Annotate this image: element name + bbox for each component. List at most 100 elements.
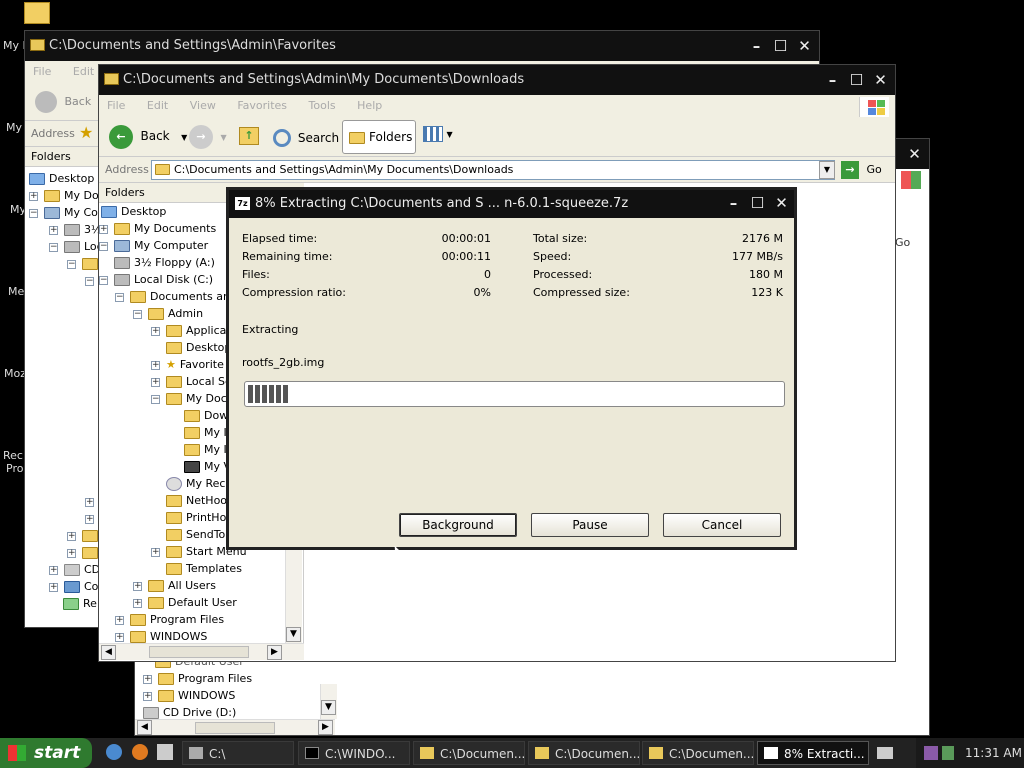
go-button[interactable]: → Go xyxy=(841,161,882,179)
close-icon[interactable]: ✕ xyxy=(794,37,815,56)
tree-item[interactable]: − My Docu xyxy=(151,390,234,407)
background-button[interactable]: Background xyxy=(399,513,517,537)
tree-item[interactable]: + xyxy=(67,527,102,544)
tree-item[interactable]: + Local Se xyxy=(151,373,232,390)
tree-item[interactable]: − Admin xyxy=(133,305,203,322)
title-bar[interactable]: C:\Documents and Settings\Admin\My Docum… xyxy=(99,65,895,95)
tree-item[interactable]: − My Computer xyxy=(99,237,208,254)
tree-item[interactable]: − Loc xyxy=(49,238,103,255)
taskbar-item[interactable]: C:\Documen... xyxy=(528,741,640,765)
tree-item[interactable]: SendTo xyxy=(166,526,225,543)
address-input[interactable]: C:\Documents and Settings\Admin\My Docum… xyxy=(151,160,835,180)
tree-item[interactable]: + WINDOWS xyxy=(143,687,235,704)
go-button[interactable]: Go xyxy=(895,236,910,249)
tree-item-selected[interactable]: Dow xyxy=(184,407,228,424)
desktop-label[interactable]: Pro xyxy=(6,462,23,475)
tree-item[interactable]: +3½ xyxy=(49,221,102,238)
chevron-down-icon[interactable]: ▼ xyxy=(181,133,187,142)
tree-item[interactable]: + All Users xyxy=(133,577,216,594)
tree-item[interactable]: My V xyxy=(184,458,231,475)
tree-item[interactable]: − Documents and xyxy=(115,288,237,305)
tree-item[interactable]: − My Co xyxy=(29,204,98,221)
minimize-icon[interactable]: – xyxy=(723,194,744,213)
chevron-down-icon[interactable]: ▼ xyxy=(221,133,227,142)
firefox-icon[interactable] xyxy=(131,744,148,760)
tree-item[interactable]: − Local Disk (C:) xyxy=(99,271,213,288)
menu-edit[interactable]: Edit xyxy=(73,65,94,78)
tree-item[interactable]: + Program Files xyxy=(143,670,252,687)
tree-item[interactable]: − xyxy=(67,255,102,272)
menu-file[interactable]: File xyxy=(107,99,125,112)
extract-dialog[interactable]: 7z 8% Extracting C:\Documents and S ... … xyxy=(226,187,797,550)
horizontal-scrollbar[interactable]: ◀ ▶ xyxy=(135,719,335,735)
desktop-label[interactable]: My I xyxy=(3,39,26,52)
taskbar-item[interactable]: C:\Documen... xyxy=(413,741,525,765)
horizontal-scrollbar[interactable]: ◀ ▶ xyxy=(99,643,304,660)
desktop-label[interactable]: Rec xyxy=(3,449,23,462)
menu-favorites[interactable]: Favorites xyxy=(237,99,287,112)
tree-item[interactable]: + Co xyxy=(49,578,98,595)
keyboard-icon[interactable] xyxy=(877,747,893,759)
chevron-down-icon[interactable]: ▼ xyxy=(447,130,453,139)
vertical-scrollbar[interactable]: ▼ xyxy=(320,684,337,719)
clock[interactable]: 11:31 AM xyxy=(965,738,1022,768)
back-button[interactable]: ← Back ▼ xyxy=(109,125,187,149)
menu-view[interactable]: View xyxy=(190,99,216,112)
tree-item[interactable]: + Default User xyxy=(133,594,237,611)
pause-button[interactable]: Pause xyxy=(531,513,649,537)
up-folder-icon[interactable]: ↑ xyxy=(239,127,259,145)
tree-item[interactable]: NetHoo xyxy=(166,492,227,509)
back-button[interactable]: Back xyxy=(35,91,91,113)
desktop-label[interactable]: My xyxy=(6,121,22,134)
tree-item[interactable]: + CD xyxy=(49,561,100,578)
tree-item[interactable]: + ★ Favorite xyxy=(151,356,224,373)
tree-item[interactable]: Desktop xyxy=(166,339,231,356)
menu-file[interactable]: File xyxy=(33,65,51,78)
tree-item[interactable]: 3½ Floppy (A:) xyxy=(99,254,215,271)
search-button[interactable]: Search xyxy=(273,129,339,147)
dialog-title-bar[interactable]: 7z 8% Extracting C:\Documents and S ... … xyxy=(229,190,794,218)
title-bar[interactable]: C:\Documents and Settings\Admin\Favorite… xyxy=(25,31,819,61)
taskbar-item[interactable]: C:\WINDO... xyxy=(298,741,410,765)
tree-item[interactable]: Desktop xyxy=(29,170,94,187)
tree-item[interactable]: + My Documents xyxy=(99,220,216,237)
tree-item[interactable]: + xyxy=(67,544,102,561)
tree-item[interactable]: Desktop xyxy=(101,203,166,220)
desktop-label[interactable]: Me xyxy=(8,285,24,298)
desktop-folder-icon[interactable] xyxy=(24,2,50,24)
folders-button[interactable]: Folders xyxy=(342,120,416,154)
tree-item[interactable]: PrintHoo xyxy=(166,509,233,526)
network-icon[interactable] xyxy=(924,746,938,760)
tree-item[interactable]: + Applicat xyxy=(151,322,231,339)
menu-help[interactable]: Help xyxy=(357,99,382,112)
forward-button[interactable]: → ▼ xyxy=(189,125,227,149)
cancel-button[interactable]: Cancel xyxy=(663,513,781,537)
tree-item[interactable]: My I xyxy=(184,441,227,458)
taskbar-item[interactable]: C:\ xyxy=(182,741,294,765)
show-desktop-icon[interactable] xyxy=(157,744,173,760)
tree-item[interactable]: Templates xyxy=(166,560,242,577)
volume-icon[interactable] xyxy=(942,746,954,760)
maximize-icon[interactable]: ☐ xyxy=(770,37,791,56)
tree-item[interactable]: + My Doc xyxy=(29,187,105,204)
views-button[interactable]: ▼ xyxy=(423,126,459,148)
taskbar-item-active[interactable]: 8% Extracti... xyxy=(757,741,869,765)
desktop-label[interactable]: Moz xyxy=(4,367,26,380)
start-button[interactable]: start xyxy=(0,738,92,768)
close-icon[interactable]: ✕ xyxy=(904,145,925,164)
ie-icon[interactable] xyxy=(106,744,122,760)
taskbar-item[interactable]: C:\Documen... xyxy=(642,741,754,765)
minimize-icon[interactable]: – xyxy=(822,71,843,90)
close-icon[interactable]: ✕ xyxy=(771,194,792,213)
maximize-icon[interactable]: ☐ xyxy=(846,71,867,90)
tree-item[interactable]: Re xyxy=(63,595,97,612)
minimize-icon[interactable]: – xyxy=(746,37,767,56)
tree-item[interactable]: My Rece xyxy=(166,475,232,492)
menu-edit[interactable]: Edit xyxy=(147,99,168,112)
maximize-icon[interactable]: ☐ xyxy=(747,194,768,213)
tree-item[interactable]: + Program Files xyxy=(115,611,224,628)
close-icon[interactable]: ✕ xyxy=(870,71,891,90)
tree-item[interactable]: My I xyxy=(184,424,227,441)
address-dropdown[interactable]: ▼ xyxy=(819,161,835,179)
menu-tools[interactable]: Tools xyxy=(309,99,336,112)
